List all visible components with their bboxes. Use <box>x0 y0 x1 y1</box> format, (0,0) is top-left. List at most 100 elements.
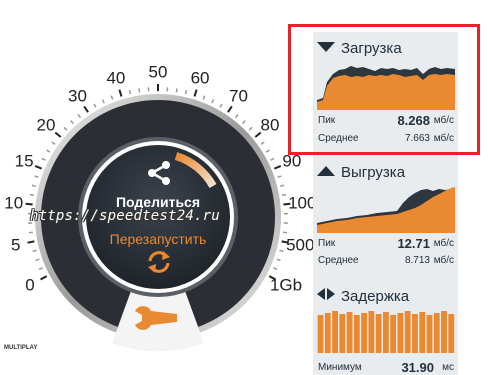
upload-peak-value: 12.71 <box>397 236 430 251</box>
gauge-tick-mark <box>276 258 281 262</box>
gauge-tick-mark <box>63 126 68 131</box>
gauge-tick-label: 60 <box>190 68 210 88</box>
gauge-tick-mark <box>29 193 35 197</box>
latency-bar <box>441 311 447 353</box>
latency-bar <box>361 313 368 353</box>
latency-icon <box>317 287 335 304</box>
gauge-tick-label: 80 <box>260 115 280 135</box>
gauge-tick-mark <box>70 120 75 125</box>
gauge-tick-mark <box>35 258 40 262</box>
upload-peak-label: Пик <box>318 238 336 249</box>
gauge-tick-mark <box>31 184 37 187</box>
gauge-tick-mark <box>279 184 285 187</box>
gauge-tick-label: 40 <box>106 68 126 88</box>
upload-graph <box>317 187 455 233</box>
gauge-tick-mark <box>128 89 132 95</box>
latency-bar <box>375 314 382 353</box>
gauge-tick-mark <box>277 175 282 179</box>
upload-avg-unit: мб/с <box>433 255 454 266</box>
gauge-tick-mark <box>32 249 37 253</box>
latency-bar <box>353 315 360 353</box>
gauge-tick-mark <box>77 113 82 119</box>
gauge-tick-mark <box>272 267 278 271</box>
gauge-tick-mark <box>227 105 233 113</box>
upload-avg-value: 8.713 <box>404 255 430 266</box>
gauge-tick-mark <box>193 89 198 97</box>
download-highlight-frame <box>288 24 480 155</box>
upload-title-text: Выгрузка <box>341 164 406 181</box>
gauge-tick-mark <box>41 157 46 161</box>
gauge-tick-mark <box>101 99 105 104</box>
upload-title: Выгрузка <box>317 163 405 181</box>
gauge-tick-label: 50 <box>148 62 168 82</box>
gauge-tick-mark <box>202 95 206 100</box>
upload-peak-unit: мб/с <box>433 238 454 249</box>
gauge-tick-label: 20 <box>36 115 56 135</box>
gauge-tick-mark <box>211 99 215 104</box>
gauge-tick-mark <box>184 89 188 95</box>
latency-section: Задержка Минимум 31.90 мс <box>313 282 458 375</box>
watermark-text: https://speedtest24.ru <box>30 208 220 224</box>
latency-title-text: Задержка <box>341 288 410 305</box>
upload-avg-label: Среднее <box>318 255 359 266</box>
latency-bar <box>332 311 338 353</box>
latency-min-value: 31.90 <box>401 360 434 375</box>
latency-bar <box>419 312 426 353</box>
gauge-tick-mark <box>34 165 43 170</box>
latency-bar <box>317 315 324 353</box>
latency-bar <box>412 314 418 353</box>
latency-bar <box>433 313 440 353</box>
gauge-tick-label: 15 <box>14 151 34 171</box>
gauge-tick-mark <box>27 240 35 244</box>
latency-bar <box>324 313 331 353</box>
gauge-tick-mark <box>110 95 114 100</box>
gauge-tick-mark <box>270 157 275 161</box>
gauge-tick-mark <box>46 149 51 153</box>
gauge-tick-mark <box>118 89 123 97</box>
gauge-tick-mark <box>260 141 265 145</box>
latency-bar <box>448 314 455 353</box>
upload-icon <box>317 163 335 180</box>
latency-bar <box>339 314 346 353</box>
gauge-tick-label: 500 <box>286 235 315 255</box>
latency-min-label: Минимум <box>318 362 362 373</box>
gauge-tick-label: 70 <box>229 86 248 106</box>
gauge-tick-mark <box>175 88 178 93</box>
gauge-tick-mark <box>281 193 287 197</box>
latency-bar <box>390 315 397 353</box>
gauge-tick-mark <box>54 131 62 138</box>
latency-bar <box>368 311 375 353</box>
latency-min-unit: мс <box>442 362 454 373</box>
gauge-tick-mark <box>83 105 89 113</box>
latency-bar <box>382 312 389 353</box>
gauge-tick-label: 0 <box>25 275 35 295</box>
gauge-tick-mark <box>265 149 270 153</box>
gauge-tick-mark <box>93 103 97 108</box>
latency-bar <box>346 312 353 353</box>
gauge-tick-mark <box>241 120 246 125</box>
latency-graph <box>317 311 455 353</box>
wrench-icon[interactable] <box>133 305 179 331</box>
upload-section: Выгрузка Пик 12.71 мб/с Среднее 8.713 мб… <box>313 158 458 278</box>
latency-title: Задержка <box>317 287 409 305</box>
gauge-tick-mark <box>219 103 223 108</box>
restart-button[interactable]: Перезапустить <box>88 231 228 247</box>
gauge-tick-mark <box>51 141 56 145</box>
gauge-tick-label: 30 <box>68 86 87 106</box>
gauge-tick-mark <box>248 126 253 131</box>
speed-gauge: 0 5 10 15 20 30 40 50 60 70 80 90 100 500 1Gb Поделить… <box>0 0 316 375</box>
gauge-tick-mark <box>25 202 33 206</box>
gauge-tick-label: 1Gb <box>269 275 303 295</box>
gauge-tick-label: 5 <box>10 235 21 255</box>
gauge-tick-mark <box>138 88 141 93</box>
brand-logo: MULTIPLAY <box>4 345 38 351</box>
gauge-tick-label: 90 <box>282 151 302 171</box>
gauge-tick-mark <box>234 113 239 119</box>
refresh-icon[interactable] <box>146 249 172 275</box>
gauge-tick-mark <box>40 275 48 281</box>
latency-bar <box>404 311 411 353</box>
share-icon[interactable] <box>146 160 172 186</box>
gauge-tick-label: 10 <box>4 193 24 213</box>
gauge-tick-mark <box>38 267 44 271</box>
gauge-tick-mark <box>34 175 39 179</box>
